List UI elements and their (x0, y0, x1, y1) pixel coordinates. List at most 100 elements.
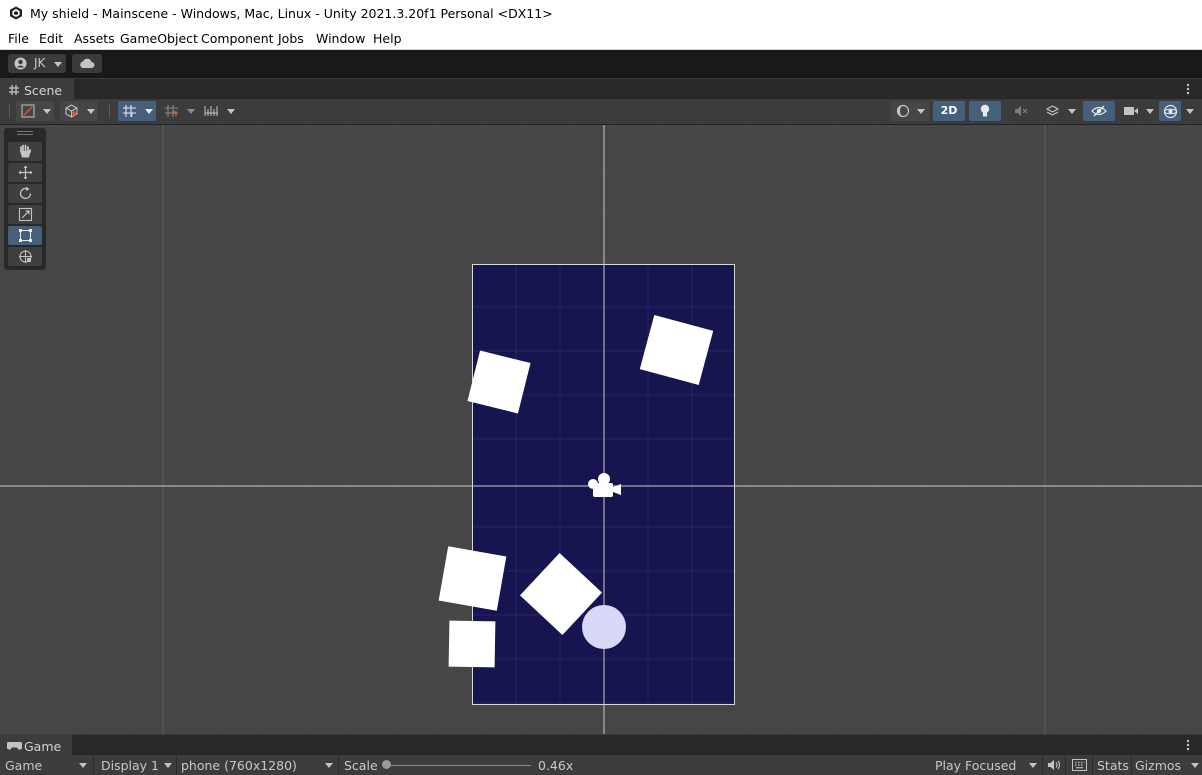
panel-menu-icon[interactable] (1186, 739, 1190, 751)
shading-sphere-icon (896, 104, 910, 118)
scene-lighting-toggle[interactable] (969, 101, 1001, 121)
tools-overlay (4, 128, 46, 270)
scene-toolbar: Y 2D (0, 99, 1202, 125)
overlay-grip (17, 131, 33, 135)
chevron-down-icon (917, 109, 925, 114)
gizmos-dropdown[interactable] (1159, 101, 1197, 121)
chevron-down-icon (54, 62, 62, 67)
game-view-dropdown[interactable]: Game (0, 755, 94, 775)
game-gizmos-dropdown[interactable]: Gizmos (1132, 755, 1202, 775)
tab-game[interactable]: Game (0, 735, 72, 755)
display-dropdown[interactable]: Display 1 (94, 755, 177, 775)
menu-edit[interactable]: Edit (39, 31, 63, 46)
play-mode-label: Play Focused (935, 758, 1017, 773)
rotate-tool[interactable] (8, 184, 42, 203)
grid-icon: Y (123, 105, 136, 118)
chevron-down-icon (164, 763, 172, 768)
scene-effects-dropdown[interactable] (1041, 101, 1079, 121)
hand-tool[interactable] (8, 142, 42, 161)
shield-block-sprite[interactable] (438, 546, 507, 611)
chevron-down-icon (145, 109, 153, 114)
transform-tool[interactable] (8, 247, 42, 266)
chevron-down-icon (43, 109, 51, 114)
cloud-button[interactable] (72, 54, 102, 73)
scene-viewport[interactable] (0, 125, 1202, 734)
resolution-dropdown[interactable]: phone (760x1280) (177, 755, 339, 775)
tab-scene[interactable]: Scene (0, 79, 74, 99)
scene-camera-dropdown[interactable] (1119, 101, 1157, 121)
account-button[interactable]: JK (8, 54, 66, 73)
chevron-down-icon (79, 763, 87, 768)
draw-mode-dropdown[interactable] (16, 101, 54, 121)
chevron-down-icon (1068, 109, 1076, 114)
menu-jobs[interactable]: Jobs (278, 31, 304, 46)
keyboard-icon (1072, 759, 1087, 771)
toolbar-grip (9, 104, 10, 118)
window-titlebar: My shield - Mainscene - Windows, Mac, Li… (0, 0, 1202, 27)
move-arrows-icon (18, 165, 33, 180)
lightbulb-icon (980, 104, 990, 117)
panel-menu-icon[interactable] (1186, 83, 1190, 95)
camera-gizmo-icon[interactable] (585, 471, 623, 499)
scale-tool[interactable] (8, 205, 42, 224)
shield-block-sprite[interactable] (448, 620, 496, 668)
grid-snapping-toggle[interactable] (160, 101, 198, 121)
mute-audio-toggle[interactable] (1043, 755, 1066, 775)
rect-transform-icon (19, 229, 32, 242)
chevron-down-icon (87, 109, 95, 114)
chevron-down-icon (1146, 109, 1154, 114)
grid-hash-icon (9, 85, 19, 95)
display-label: Display 1 (101, 758, 160, 773)
speaker-icon (1048, 760, 1061, 770)
ball-sprite[interactable] (582, 605, 626, 649)
menu-assets[interactable]: Assets (74, 31, 115, 46)
menu-help[interactable]: Help (373, 31, 402, 46)
chevron-down-icon (1186, 109, 1194, 114)
menu-component[interactable]: Component (201, 31, 274, 46)
play-mode-dropdown[interactable]: Play Focused (929, 755, 1043, 775)
chevron-down-icon (227, 109, 235, 114)
chevron-down-icon (1191, 763, 1199, 768)
chevron-down-icon (187, 109, 195, 114)
speaker-muted-icon (1015, 106, 1028, 116)
account-label: JK (34, 56, 46, 70)
stats-toggle[interactable]: Stats (1093, 755, 1132, 775)
ruler-icon (204, 106, 218, 116)
scene-visibility-toggle[interactable] (1083, 101, 1115, 121)
game-gizmos-label: Gizmos (1135, 758, 1182, 773)
toolbar-separator (109, 104, 110, 118)
menu-window[interactable]: Window (316, 31, 365, 46)
account-toolbar: JK (0, 50, 1202, 78)
shading-mode-dropdown[interactable] (891, 101, 929, 121)
scale-control: Scale 0.46x (339, 755, 929, 775)
increment-snapping-dropdown[interactable] (200, 101, 238, 121)
gamepad-icon (7, 741, 22, 750)
scale-slider-handle[interactable] (382, 760, 391, 769)
gizmo-sphere-icon (1163, 104, 1178, 119)
scale-slider-track[interactable] (386, 765, 531, 766)
menu-file[interactable]: File (8, 31, 29, 46)
tab-scene-label: Scene (24, 83, 63, 98)
scale-label: Scale (344, 758, 378, 773)
effects-layers-icon (1045, 105, 1060, 116)
scale-value: 0.46x (538, 758, 574, 773)
resolution-label: phone (760x1280) (181, 758, 297, 773)
camera-icon (1124, 107, 1138, 115)
grid-visibility-toggle[interactable]: Y (118, 101, 156, 121)
stats-label: Stats (1097, 758, 1129, 773)
chevron-down-icon (325, 763, 333, 768)
scene-audio-toggle[interactable] (1005, 101, 1037, 121)
menu-bar: File Edit Assets GameObject Component Jo… (0, 27, 1202, 50)
rect-tool[interactable] (8, 226, 42, 245)
menu-gameobject[interactable]: GameObject (120, 31, 198, 46)
move-tool[interactable] (8, 163, 42, 182)
account-icon (14, 57, 27, 70)
pivot-space-dropdown[interactable] (60, 101, 98, 121)
hand-icon (20, 144, 31, 158)
snap-grid-icon (165, 105, 178, 117)
mode-2d-toggle[interactable]: 2D (933, 101, 965, 121)
shortcuts-toggle[interactable] (1066, 755, 1093, 775)
game-tab-bar: Game (0, 735, 1202, 755)
draw-mode-icon (21, 104, 35, 118)
scale-icon (18, 207, 33, 222)
